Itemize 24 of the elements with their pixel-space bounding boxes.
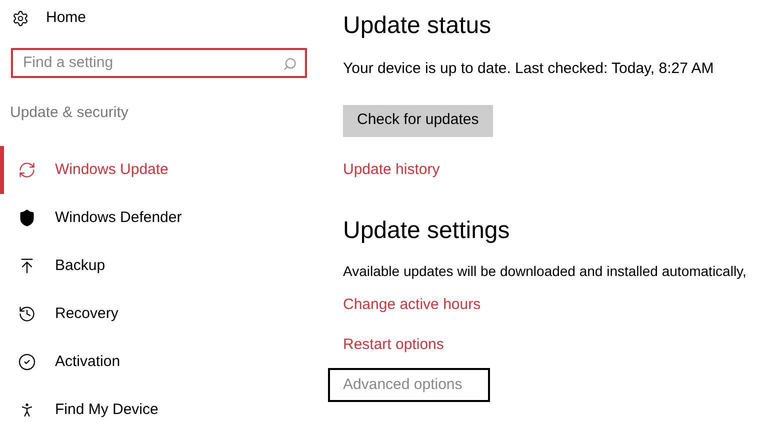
nav-item[interactable]: Backup: [0, 242, 330, 290]
nav-item[interactable]: Recovery: [0, 290, 330, 338]
shield-icon: [18, 209, 36, 227]
history-icon: [18, 305, 36, 323]
search-field[interactable]: Find a setting: [11, 48, 307, 78]
settings-icon: [12, 10, 29, 27]
section-heading: Update & security: [10, 102, 130, 122]
nav-item[interactable]: Windows Update: [0, 146, 330, 194]
history-link[interactable]: Update history: [343, 158, 440, 181]
section-title: Update status: [343, 11, 492, 41]
check-circle-icon: [18, 353, 36, 371]
nav-item[interactable]: Windows Defender: [0, 194, 330, 242]
section-title: Update settings: [343, 216, 511, 246]
nav-item[interactable]: Find My Device: [0, 386, 330, 434]
refresh-icon: [18, 161, 36, 179]
search-icon: [283, 57, 297, 72]
nav-item[interactable]: Activation: [0, 338, 330, 386]
home-link[interactable]: Home: [46, 6, 86, 30]
status-text: Your device is up to date. Last checked: Today, 8:27 AM: [343, 59, 715, 79]
settings-link[interactable]: Restart options: [328, 328, 459, 362]
upload-icon: [18, 257, 36, 275]
settings-link[interactable]: Change active hours: [328, 288, 496, 322]
settings-text: Available updates will be downloaded and installed automatically,: [343, 262, 748, 281]
check-updates-button[interactable]: Check for updates: [343, 104, 493, 136]
